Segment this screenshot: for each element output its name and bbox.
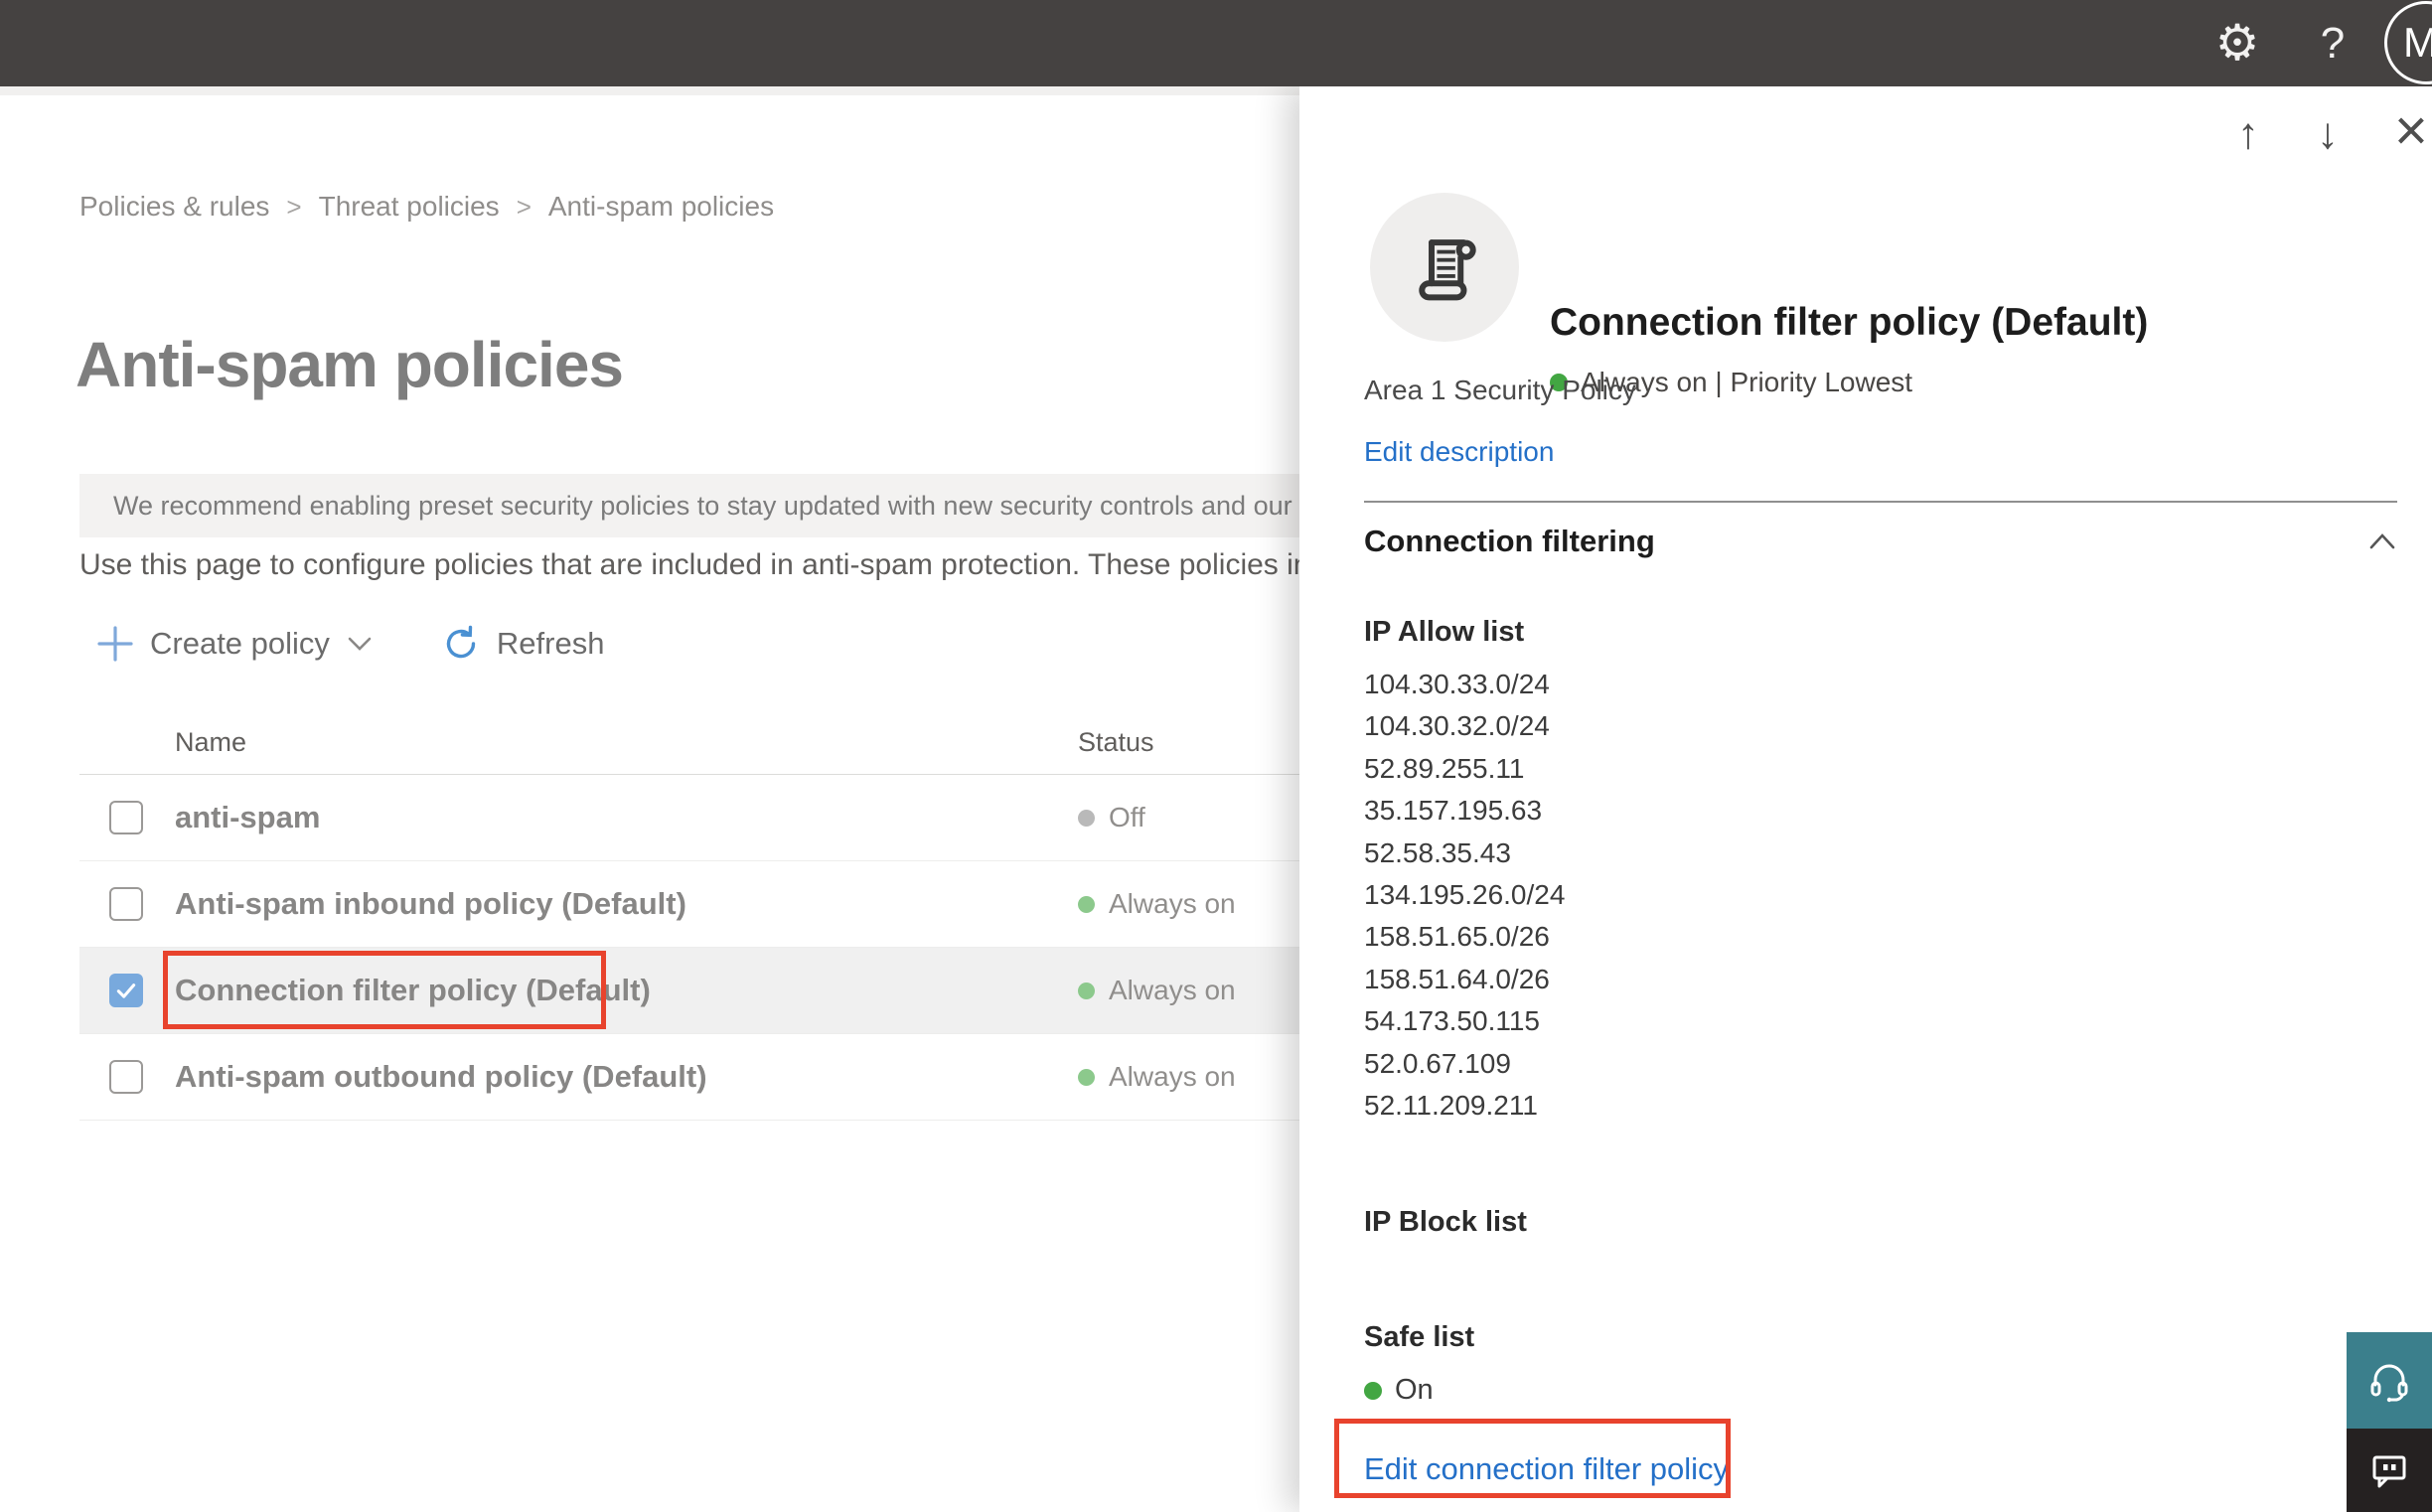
ip-address: 52.0.67.109: [1364, 1047, 1511, 1079]
page-description: Use this page to configure policies that…: [79, 548, 1382, 581]
status-label: Always on: [1109, 888, 1236, 919]
ip-address: 52.58.35.43: [1364, 836, 1511, 868]
table-row-inbound-policy[interactable]: Anti-spam inbound policy (Default) Alway…: [79, 861, 1303, 948]
page-title: Anti-spam policies: [76, 329, 624, 400]
policy-icon-circle: [1370, 193, 1519, 342]
panel-title: Connection filter policy (Default): [1550, 301, 2149, 344]
status-label: Off: [1109, 802, 1145, 832]
chat-bubble-icon: [2372, 1455, 2406, 1488]
help-icon[interactable]: ?: [2315, 18, 2351, 70]
account-avatar[interactable]: M: [2384, 1, 2432, 84]
status-dot-icon: [1078, 809, 1095, 827]
recommendation-banner: We recommend enabling preset security po…: [79, 474, 1401, 537]
divider: [1364, 501, 2397, 503]
policy-name: Anti-spam inbound policy (Default): [175, 886, 686, 921]
table-header: Name Status: [79, 701, 1303, 775]
policy-name: Anti-spam outbound policy (Default): [175, 1059, 707, 1094]
ip-address: 158.51.64.0/26: [1364, 963, 1550, 994]
previous-item-arrow-icon[interactable]: ↑: [2237, 112, 2259, 156]
ip-allow-list: 104.30.33.0/24 104.30.32.0/24 52.89.255.…: [1364, 664, 1565, 1127]
status-dot-icon: [1078, 982, 1095, 999]
policy-description: Area 1 Security Policy: [1364, 375, 1636, 405]
breadcrumb-separator-icon: >: [286, 191, 302, 222]
ip-address: 35.157.195.63: [1364, 795, 1543, 827]
chevron-up-icon[interactable]: [2367, 531, 2397, 551]
ip-address: 52.11.209.211: [1364, 1090, 1538, 1122]
table-row-connection-filter-policy[interactable]: Connection filter policy (Default) Alway…: [79, 948, 1303, 1034]
command-bar: Create policy Refresh: [95, 616, 604, 672]
ip-address: 134.195.26.0/24: [1364, 879, 1566, 911]
create-policy-button[interactable]: Create policy: [95, 624, 375, 664]
next-item-arrow-icon[interactable]: ↓: [2317, 112, 2339, 156]
section-connection-filtering[interactable]: Connection filtering: [1364, 524, 2397, 559]
status-cell: Always on: [1078, 888, 1236, 920]
status-cell: Off: [1078, 802, 1145, 833]
ip-address: 104.30.33.0/24: [1364, 669, 1550, 699]
ip-address: 52.89.255.11: [1364, 752, 1525, 784]
column-header-status[interactable]: Status: [1078, 727, 1154, 758]
chevron-down-icon: [348, 637, 372, 651]
edit-description-link[interactable]: Edit description: [1364, 436, 1554, 468]
top-app-bar: ⚙ ? M: [0, 0, 2432, 86]
close-icon[interactable]: ×: [2394, 102, 2428, 160]
row-checkbox[interactable]: [109, 887, 143, 921]
policies-table: Name Status anti-spam Off Anti-spam inbo…: [79, 701, 1303, 1121]
headset-icon: [2370, 1364, 2408, 1402]
row-checkbox-checked[interactable]: [109, 974, 143, 1007]
section-title: Connection filtering: [1364, 524, 1655, 558]
breadcrumb-current-page: Anti-spam policies: [547, 191, 775, 222]
ip-address: 158.51.65.0/26: [1364, 921, 1550, 953]
breadcrumb-threat-policies[interactable]: Threat policies: [319, 191, 500, 223]
ip-allow-list-heading: IP Allow list: [1364, 616, 1525, 648]
feedback-button[interactable]: [2347, 1429, 2432, 1512]
banner-text: We recommend enabling preset security po…: [113, 490, 1401, 521]
create-policy-label: Create policy: [150, 626, 330, 661]
ip-block-list-heading: IP Block list: [1364, 1206, 1527, 1238]
breadcrumb-separator-icon: >: [516, 191, 532, 222]
row-checkbox[interactable]: [109, 801, 143, 834]
safe-list-heading: Safe list: [1364, 1321, 1475, 1353]
refresh-label: Refresh: [496, 626, 605, 661]
status-dot-icon: [1078, 895, 1095, 913]
status-cell: Always on: [1078, 1061, 1236, 1093]
breadcrumb-policies-rules[interactable]: Policies & rules: [79, 191, 269, 223]
policy-name: Connection filter policy (Default): [175, 973, 651, 1007]
plus-icon: [97, 626, 133, 662]
status-label: Always on: [1109, 1061, 1236, 1092]
breadcrumb: Policies & rules > Threat policies > Ant…: [79, 191, 774, 223]
refresh-icon: [446, 625, 476, 659]
support-button[interactable]: [2347, 1332, 2432, 1429]
column-header-name[interactable]: Name: [175, 727, 246, 758]
status-dot-icon: [1078, 1068, 1095, 1086]
settings-gear-icon[interactable]: ⚙: [2209, 12, 2265, 74]
ip-address: 54.173.50.115: [1364, 1005, 1540, 1037]
safe-list-status: On: [1364, 1374, 1434, 1407]
refresh-button[interactable]: Refresh: [440, 623, 605, 665]
policy-name: anti-spam: [175, 800, 321, 834]
status-dot-icon: [1364, 1381, 1382, 1400]
ip-address: 104.30.32.0/24: [1364, 710, 1550, 742]
scroll-policy-icon: [1419, 239, 1476, 301]
status-label: Always on: [1109, 975, 1236, 1005]
status-cell: Always on: [1078, 975, 1236, 1006]
table-row-outbound-policy[interactable]: Anti-spam outbound policy (Default) Alwa…: [79, 1034, 1303, 1121]
checkmark-icon: [116, 983, 136, 998]
table-row-anti-spam[interactable]: anti-spam Off: [79, 775, 1303, 861]
row-checkbox[interactable]: [109, 1060, 143, 1094]
edit-connection-filter-policy-link[interactable]: Edit connection filter policy: [1364, 1451, 1729, 1487]
details-flyout-panel: ↑ ↓ × Connection filter policy (Default)…: [1299, 86, 2432, 1512]
safe-list-status-label: On: [1395, 1374, 1434, 1406]
